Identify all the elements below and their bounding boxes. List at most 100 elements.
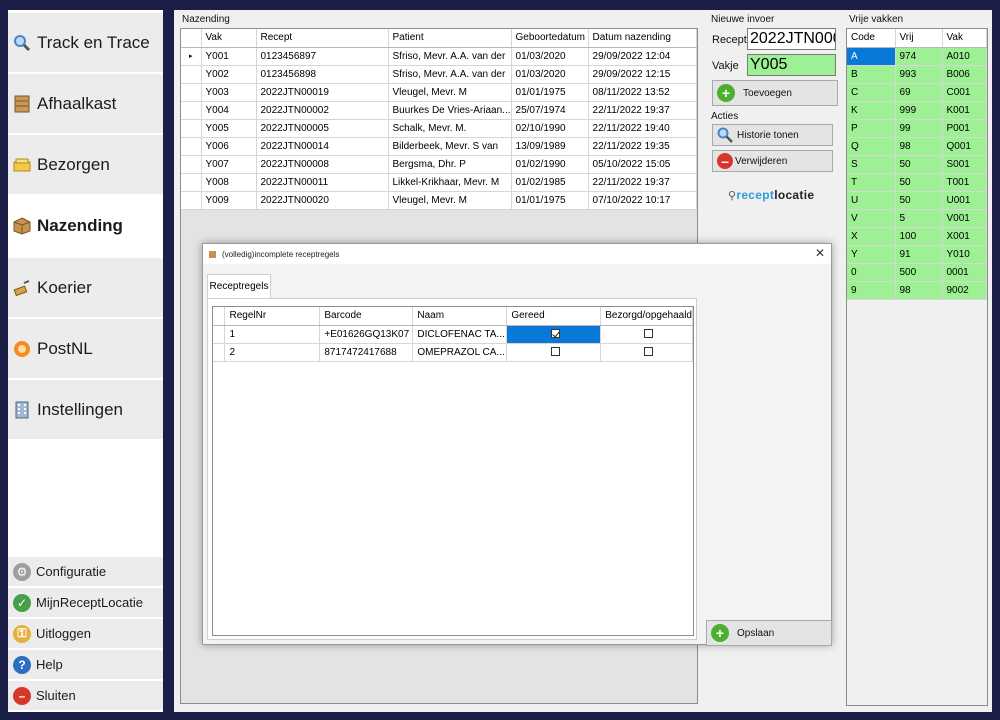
cell-vak[interactable]: Y004	[201, 101, 257, 120]
table-row[interactable]: 2 8717472417688 OMEPRAZOL CA...	[213, 343, 693, 362]
cell-vak[interactable]: V001	[942, 209, 987, 228]
cell-datum-nazending[interactable]: 22/11/2022 19:40	[588, 119, 698, 138]
table-row[interactable]: Y003 2022JTN00019 Vleugel, Mevr. M 01/01…	[181, 83, 698, 102]
cell-vak[interactable]: Y006	[201, 137, 257, 156]
cell-vak[interactable]: S001	[942, 155, 987, 174]
cell-vak[interactable]: C001	[942, 83, 987, 102]
cell-barcode[interactable]: +E01626GQ13K07	[319, 325, 414, 344]
cell-vrij[interactable]: 5	[895, 209, 943, 228]
close-icon[interactable]: ✕	[815, 246, 825, 260]
column-header-recept[interactable]: Recept	[256, 29, 389, 48]
table-row[interactable]: Y004 2022JTN00002 Buurkes De Vries-Ariaa…	[181, 101, 698, 120]
cell-geboortedatum[interactable]: 25/07/1974	[511, 101, 589, 120]
cell-recept[interactable]: 2022JTN00020	[256, 191, 389, 210]
cell-recept[interactable]: 2022JTN00014	[256, 137, 389, 156]
cell-naam[interactable]: OMEPRAZOL CA...	[412, 343, 508, 362]
cell-vrij[interactable]: 98	[895, 281, 943, 300]
cell-recept[interactable]: 2022JTN00008	[256, 155, 389, 174]
vrije-vakken-grid[interactable]: Code Vrij Vak A 974 A010 B 993 B006 C 69 C001 K 99…	[846, 28, 988, 706]
cell-code[interactable]: V	[847, 209, 896, 228]
cell-vak[interactable]: Y008	[201, 173, 257, 192]
table-row[interactable]: Y 91 Y010	[847, 245, 987, 264]
cell-recept[interactable]: 0123456897	[256, 47, 389, 66]
cell-code[interactable]: K	[847, 101, 896, 120]
cell-geboortedatum[interactable]: 01/03/2020	[511, 47, 589, 66]
sidebar-item-configuratie[interactable]: ⚙ Configuratie	[8, 557, 163, 587]
column-header-regelnr[interactable]: RegelNr	[224, 307, 321, 326]
sidebar-item-koerier[interactable]: Koerier	[8, 258, 163, 318]
gereed-checkbox[interactable]	[551, 329, 561, 339]
cell-geboortedatum[interactable]: 01/02/1985	[511, 173, 589, 192]
gereed-checkbox[interactable]	[551, 347, 561, 357]
cell-patient[interactable]: Vleugel, Mevr. M	[388, 83, 512, 102]
column-header-code[interactable]: Code	[847, 29, 896, 48]
cell-code[interactable]: Y	[847, 245, 896, 264]
cell-datum-nazending[interactable]: 08/11/2022 13:52	[588, 83, 698, 102]
cell-vrij[interactable]: 993	[895, 65, 943, 84]
cell-vak[interactable]: T001	[942, 173, 987, 192]
table-row[interactable]: K 999 K001	[847, 101, 987, 120]
cell-geboortedatum[interactable]: 01/03/2020	[511, 65, 589, 84]
table-row[interactable]: Y008 2022JTN00011 Likkel-Krikhaar, Mevr.…	[181, 173, 698, 192]
sidebar-item-instellingen[interactable]: Instellingen	[8, 380, 163, 440]
cell-datum-nazending[interactable]: 05/10/2022 15:05	[588, 155, 698, 174]
vakje-input[interactable]: Y005	[747, 54, 836, 76]
sidebar-item-postnl[interactable]: PostNL	[8, 319, 163, 379]
cell-patient[interactable]: Bergsma, Dhr. P	[388, 155, 512, 174]
cell-bezorgd[interactable]	[600, 325, 693, 344]
cell-datum-nazending[interactable]: 22/11/2022 19:37	[588, 173, 698, 192]
cell-vrij[interactable]: 50	[895, 155, 943, 174]
cell-geboortedatum[interactable]: 02/10/1990	[511, 119, 589, 138]
table-row[interactable]: 0 500 0001	[847, 263, 987, 282]
cell-vak[interactable]: X001	[942, 227, 987, 246]
cell-datum-nazending[interactable]: 29/09/2022 12:04	[588, 47, 698, 66]
cell-vrij[interactable]: 98	[895, 137, 943, 156]
opslaan-button[interactable]: + Opslaan	[706, 620, 832, 646]
cell-vak[interactable]: U001	[942, 191, 987, 210]
cell-code[interactable]: B	[847, 65, 896, 84]
cell-gereed[interactable]	[506, 343, 602, 362]
cell-vrij[interactable]: 974	[895, 47, 943, 66]
table-row[interactable]: Q 98 Q001	[847, 137, 987, 156]
cell-geboortedatum[interactable]: 01/01/1975	[511, 191, 589, 210]
sidebar-item-uitloggen[interactable]: ⚿ Uitloggen	[8, 619, 163, 649]
cell-code[interactable]: P	[847, 119, 896, 138]
cell-code[interactable]: A	[847, 47, 896, 66]
cell-regelnr[interactable]: 1	[224, 325, 321, 344]
cell-code[interactable]: Q	[847, 137, 896, 156]
table-row[interactable]: U 50 U001	[847, 191, 987, 210]
table-row[interactable]: A 974 A010	[847, 47, 987, 66]
cell-recept[interactable]: 2022JTN00002	[256, 101, 389, 120]
cell-code[interactable]: T	[847, 173, 896, 192]
sidebar-item-mijnreceptlocatie[interactable]: ✓ MijnReceptLocatie	[8, 588, 163, 618]
recept-input[interactable]: 2022JTN000	[747, 28, 836, 50]
cell-recept[interactable]: 2022JTN00019	[256, 83, 389, 102]
column-header-naam[interactable]: Naam	[412, 307, 508, 326]
cell-patient[interactable]: Schalk, Mevr. M.	[388, 119, 512, 138]
cell-vak[interactable]: Y002	[201, 65, 257, 84]
cell-vak[interactable]: K001	[942, 101, 987, 120]
column-header-gereed[interactable]: Gereed	[506, 307, 602, 326]
table-row[interactable]: C 69 C001	[847, 83, 987, 102]
cell-geboortedatum[interactable]: 13/09/1989	[511, 137, 589, 156]
cell-code[interactable]: X	[847, 227, 896, 246]
table-row[interactable]: ▸ Y001 0123456897 Sfriso, Mevr. A.A. van…	[181, 47, 698, 66]
sidebar-item-sluiten[interactable]: – Sluiten	[8, 681, 163, 711]
cell-recept[interactable]: 2022JTN00005	[256, 119, 389, 138]
bezorgd-checkbox[interactable]	[644, 347, 654, 357]
cell-patient[interactable]: Likkel-Krikhaar, Mevr. M	[388, 173, 512, 192]
sidebar-item-afhaalkast[interactable]: Afhaalkast	[8, 74, 163, 134]
cell-vak[interactable]: 0001	[942, 263, 987, 282]
bezorgd-checkbox[interactable]	[644, 329, 654, 339]
cell-vak[interactable]: Y010	[942, 245, 987, 264]
table-row[interactable]: Y002 0123456898 Sfriso, Mevr. A.A. van d…	[181, 65, 698, 84]
cell-code[interactable]: S	[847, 155, 896, 174]
cell-vrij[interactable]: 999	[895, 101, 943, 120]
cell-vak[interactable]: Y003	[201, 83, 257, 102]
historie-tonen-button[interactable]: Historie tonen	[712, 124, 833, 146]
column-header-geboortedatum[interactable]: Geboortedatum	[511, 29, 589, 48]
sidebar-item-help[interactable]: ? Help	[8, 650, 163, 680]
cell-vak[interactable]: Y009	[201, 191, 257, 210]
table-row[interactable]: Y009 2022JTN00020 Vleugel, Mevr. M 01/01…	[181, 191, 698, 210]
cell-recept[interactable]: 0123456898	[256, 65, 389, 84]
